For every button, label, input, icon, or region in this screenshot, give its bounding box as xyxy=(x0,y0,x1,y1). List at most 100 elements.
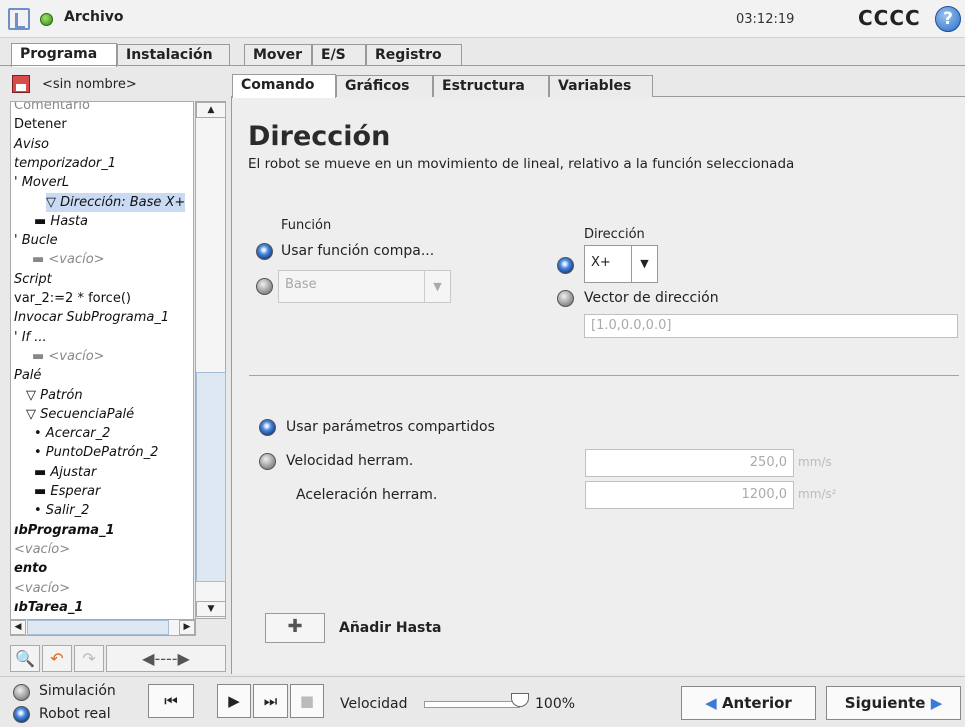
search-icon[interactable]: 🔍 xyxy=(10,645,40,672)
tab-variables[interactable]: Variables xyxy=(549,75,653,97)
skip-back-icon[interactable]: ⏮ xyxy=(148,684,194,718)
tree-node[interactable]: ▬ <vacío> xyxy=(32,347,105,366)
feature-select[interactable]: Base ▼ xyxy=(278,270,451,303)
stop-icon[interactable]: ■ xyxy=(290,684,324,718)
arrow-right-icon: ▶ xyxy=(925,694,943,712)
use-shared-params-radio[interactable] xyxy=(259,419,276,436)
direction-select[interactable]: X+ ▼ xyxy=(584,245,658,283)
tree-node[interactable]: • PuntoDePatrón_2 xyxy=(34,443,158,462)
tree-node[interactable]: Invocar SubPrograma_1 xyxy=(14,308,169,327)
tree-node[interactable]: ▬ Esperar xyxy=(34,482,100,501)
add-until-label: Añadir Hasta xyxy=(339,620,442,636)
move-node-arrows-icon[interactable]: ◀----▶ xyxy=(106,645,226,672)
tree-node[interactable]: <vacío> xyxy=(14,579,70,598)
step-icon[interactable]: ⏭ xyxy=(253,684,288,718)
tab-programa[interactable]: Programa xyxy=(11,43,117,67)
program-tree[interactable]: Comentario Detener Aviso temporizador_1 ' Mo… xyxy=(10,101,194,631)
tree-node[interactable]: temporizador_1 xyxy=(14,154,116,173)
chevron-down-icon: ▼ xyxy=(631,246,657,282)
tab-registro[interactable]: Registro xyxy=(366,44,462,66)
real-robot-radio[interactable] xyxy=(13,706,30,723)
direction-value: X+ xyxy=(591,255,611,270)
tree-node[interactable]: ' Bucle xyxy=(14,231,58,250)
tree-node[interactable]: <vacío> xyxy=(14,540,70,559)
tree-node[interactable]: ıbTarea_1 xyxy=(14,598,83,617)
tree-node[interactable]: Comentario xyxy=(14,102,90,115)
next-button[interactable]: Siguiente ▶ xyxy=(826,686,961,720)
arrow-left-icon: ◀ xyxy=(705,694,722,712)
tab-divider xyxy=(0,65,965,66)
tab-mover[interactable]: Mover xyxy=(244,44,312,66)
tab-comando[interactable]: Comando xyxy=(232,74,336,98)
tree-node[interactable]: var_2:=2 * force() xyxy=(14,289,131,308)
direction-vector-radio[interactable] xyxy=(557,290,574,307)
feature-radio[interactable] xyxy=(256,278,273,295)
command-panel xyxy=(231,96,965,674)
use-shared-feature-label: Usar función compa... xyxy=(281,243,435,259)
tree-node[interactable]: ' MoverL xyxy=(14,173,69,192)
tool-accel-field[interactable]: 1200,0 xyxy=(585,481,794,509)
page-title: Dirección xyxy=(248,121,391,152)
scroll-left-icon[interactable]: ◀ xyxy=(10,620,26,635)
tree-node[interactable]: Aviso xyxy=(14,135,49,154)
direction-radio[interactable] xyxy=(557,257,574,274)
tool-speed-unit: mm/s xyxy=(798,455,832,469)
scroll-right-icon[interactable]: ▶ xyxy=(179,620,195,635)
tool-speed-field[interactable]: 250,0 xyxy=(585,449,794,477)
tree-node[interactable]: ıbPrograma_1 xyxy=(14,521,115,540)
simulation-radio[interactable] xyxy=(13,684,30,701)
tab-es[interactable]: E/S xyxy=(312,44,366,66)
tree-node[interactable]: ento xyxy=(14,559,47,578)
tree-node[interactable]: • Acercar_2 xyxy=(34,424,110,443)
direction-label: Dirección xyxy=(584,227,645,242)
tree-node[interactable]: ▬ <vacío> xyxy=(32,250,105,269)
clock: 03:12:19 xyxy=(736,12,795,27)
previous-button[interactable]: ◀ Anterior xyxy=(681,686,816,720)
function-label: Función xyxy=(281,218,332,233)
tree-node[interactable]: • Salir_2 xyxy=(34,501,89,520)
robot-name: CCCC xyxy=(858,6,921,30)
tree-node[interactable]: ' If ... xyxy=(14,328,47,347)
save-icon[interactable] xyxy=(12,75,30,93)
speed-value: 100% xyxy=(535,696,576,712)
vertical-scroll-thumb[interactable] xyxy=(196,372,226,582)
tree-node[interactable]: Palé xyxy=(14,366,41,385)
tab-estructura[interactable]: Estructura xyxy=(433,75,549,97)
tool-speed-label: Velocidad herram. xyxy=(286,453,414,469)
tool-accel-label: Aceleración herram. xyxy=(296,487,438,503)
status-dot-icon xyxy=(40,13,53,26)
tool-accel-unit: mm/s² xyxy=(798,487,837,501)
tool-speed-radio[interactable] xyxy=(259,453,276,470)
play-icon[interactable]: ▶ xyxy=(217,684,251,718)
tree-node[interactable]: ▽ Patrón xyxy=(26,386,83,405)
top-bar xyxy=(0,0,965,38)
use-shared-params-label: Usar parámetros compartidos xyxy=(286,419,495,435)
tree-node[interactable]: ▬ Ajustar xyxy=(34,463,96,482)
file-menu[interactable]: Archivo xyxy=(64,9,124,25)
scroll-down-icon[interactable]: ▼ xyxy=(196,601,226,617)
help-icon[interactable]: ? xyxy=(935,6,961,32)
simulation-label: Simulación xyxy=(39,683,116,699)
direction-vector-field[interactable]: [1.0,0.0,0.0] xyxy=(584,314,958,338)
horizontal-scroll-thumb[interactable] xyxy=(27,620,169,635)
feature-value: Base xyxy=(285,277,317,292)
use-shared-feature-radio[interactable] xyxy=(256,243,273,260)
tree-node[interactable]: ▽ SecuenciaPalé xyxy=(26,405,134,424)
add-until-button[interactable]: ✚ xyxy=(265,613,325,643)
tab-graficos[interactable]: Gráficos xyxy=(336,75,433,97)
divider xyxy=(249,375,959,376)
speed-label: Velocidad xyxy=(340,696,408,712)
tab-instalacion[interactable]: Instalación xyxy=(117,44,230,66)
direction-vector-label: Vector de dirección xyxy=(584,290,719,306)
undo-icon[interactable]: ↶ xyxy=(42,645,72,672)
redo-icon[interactable]: ↷ xyxy=(74,645,104,672)
tree-node[interactable]: Detener xyxy=(14,115,67,134)
program-name: <sin nombre> xyxy=(42,77,137,92)
speed-slider[interactable] xyxy=(424,701,520,708)
scroll-up-icon[interactable]: ▲ xyxy=(196,102,226,118)
plus-icon: ✚ xyxy=(287,616,303,637)
tree-node[interactable]: ▬ Hasta xyxy=(34,212,88,231)
tree-node[interactable]: Script xyxy=(14,270,52,289)
page-subtitle: El robot se mueve en un movimiento de li… xyxy=(248,156,795,172)
tree-node[interactable]: ▽ Dirección: Base X+ xyxy=(46,192,186,212)
